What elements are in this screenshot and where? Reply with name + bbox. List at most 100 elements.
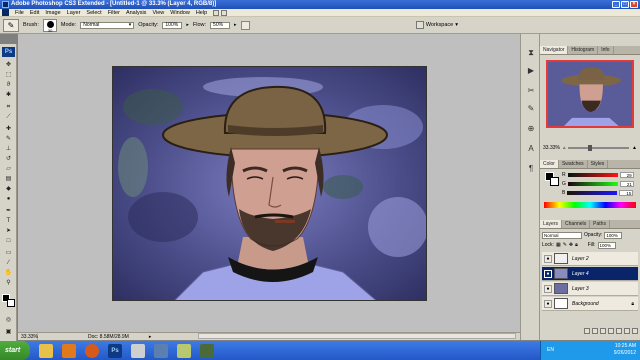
menu-filter[interactable]: Filter xyxy=(105,9,123,17)
media-player-icon[interactable] xyxy=(62,343,76,358)
quick-mask-icon[interactable]: ◎ xyxy=(4,316,13,324)
actions-panel-icon[interactable]: ▶ xyxy=(526,66,536,76)
green-slider[interactable] xyxy=(567,182,618,186)
layer-row[interactable]: ● Layer 2 xyxy=(542,252,638,266)
tab-color[interactable]: Color xyxy=(540,160,559,168)
history-panel-icon[interactable]: ⧗ xyxy=(526,48,536,58)
status-menu-arrow-icon[interactable]: ▸ xyxy=(149,333,152,340)
brush-tool-preset-icon[interactable]: ✎ xyxy=(3,18,19,32)
hand-tool-icon[interactable]: ✋ xyxy=(4,269,13,277)
healing-tool-icon[interactable]: ✚ xyxy=(4,125,13,133)
navigator-preview[interactable] xyxy=(546,60,634,128)
tab-paths[interactable]: Paths xyxy=(590,220,610,228)
move-tool-icon[interactable]: ✥ xyxy=(4,61,13,69)
firefox-icon[interactable] xyxy=(85,343,99,358)
lock-position-icon[interactable]: ✥ xyxy=(569,242,573,248)
app8-icon[interactable] xyxy=(200,343,214,358)
layer-opacity-input[interactable]: 100% xyxy=(604,231,623,239)
marquee-tool-icon[interactable]: ⬚ xyxy=(4,71,13,79)
slice-tool-icon[interactable]: ⟋ xyxy=(4,113,13,121)
pen-tool-icon[interactable]: ✒ xyxy=(4,207,13,215)
flow-arrow-icon[interactable]: ▸ xyxy=(234,22,237,28)
notes-tool-icon[interactable]: ▭ xyxy=(4,249,13,257)
shape-tool-icon[interactable]: □ xyxy=(4,237,13,245)
layer-row-selected[interactable]: ● Layer 4 xyxy=(542,267,638,281)
eye-icon[interactable]: ● xyxy=(544,269,552,278)
layer-row-background[interactable]: ● Background 🔒︎ xyxy=(542,297,638,311)
zoom-slider-knob[interactable] xyxy=(588,145,593,151)
eye-icon[interactable]: ● xyxy=(544,284,552,293)
menu-file[interactable]: File xyxy=(12,9,27,17)
eyedropper-tool-icon[interactable]: ⁄ xyxy=(4,259,13,267)
menu-view[interactable]: View xyxy=(149,9,167,17)
color-spectrum[interactable] xyxy=(544,202,636,208)
status-zoom[interactable]: 33.33% xyxy=(18,333,38,340)
red-slider[interactable] xyxy=(567,173,618,177)
app5-icon[interactable] xyxy=(131,343,145,358)
dodge-tool-icon[interactable]: ● xyxy=(4,195,13,203)
folder-icon[interactable] xyxy=(39,343,53,358)
navigator-zoom-value[interactable]: 33.33% xyxy=(543,145,560,151)
quick-select-tool-icon[interactable]: ✱ xyxy=(4,91,13,99)
opacity-input[interactable]: 100% xyxy=(162,21,183,29)
fill-input[interactable]: 100% xyxy=(597,241,616,249)
tool-presets-icon[interactable]: ✂ xyxy=(526,86,536,96)
brush-picker[interactable]: 30 xyxy=(42,18,57,33)
eye-icon[interactable]: ● xyxy=(544,299,552,308)
blue-slider[interactable] xyxy=(567,191,618,195)
bridge-icon[interactable] xyxy=(213,9,220,16)
type-tool-icon[interactable]: T xyxy=(4,217,13,225)
lasso-tool-icon[interactable]: ϑ xyxy=(4,81,13,89)
screen-mode-icon[interactable]: ▣ xyxy=(4,328,13,336)
adjustment-layer-icon[interactable] xyxy=(608,328,614,334)
menu-window[interactable]: Window xyxy=(167,9,193,17)
new-group-icon[interactable] xyxy=(616,328,622,334)
new-layer-icon[interactable] xyxy=(624,328,630,334)
blend-mode-select[interactable]: Normal xyxy=(542,231,582,239)
delete-layer-icon[interactable] xyxy=(632,328,638,334)
tab-navigator[interactable]: Navigator xyxy=(540,46,569,54)
tab-styles[interactable]: Styles xyxy=(588,160,609,168)
tab-info[interactable]: Info xyxy=(598,46,614,54)
zoom-out-icon[interactable]: ▵ xyxy=(563,145,566,151)
green-value[interactable]: 21 xyxy=(619,181,634,187)
eraser-tool-icon[interactable]: ▱ xyxy=(4,165,13,173)
menu-edit[interactable]: Edit xyxy=(27,9,42,17)
gradient-tool-icon[interactable]: ▤ xyxy=(4,175,13,183)
app7-icon[interactable] xyxy=(177,343,191,358)
maximize-button[interactable]: □ xyxy=(621,1,629,8)
zoom-in-icon[interactable]: ▲ xyxy=(632,145,637,151)
document-canvas-area[interactable]: 33.33% Doc: 8.58M/28.9M ▸ xyxy=(18,34,520,340)
navigator-zoom-slider[interactable] xyxy=(568,145,630,151)
palette-well-icon[interactable] xyxy=(415,21,424,29)
lock-transparent-icon[interactable]: ▦ xyxy=(556,242,561,248)
opacity-arrow-icon[interactable]: ▸ xyxy=(186,22,189,28)
photoshop-taskbar-icon[interactable]: Ps xyxy=(108,343,122,358)
minimize-button[interactable]: _ xyxy=(612,1,620,8)
zoom-tool-icon[interactable]: ⚲ xyxy=(4,279,13,287)
language-indicator[interactable]: EN xyxy=(547,347,554,353)
document-image[interactable] xyxy=(112,66,427,301)
workspace-menu[interactable]: Workspace ▾ xyxy=(415,21,458,29)
blue-value[interactable]: 15 xyxy=(619,190,634,196)
eye-icon[interactable]: ● xyxy=(544,254,552,263)
menu-layer[interactable]: Layer xyxy=(64,9,84,17)
character-panel-icon[interactable]: A xyxy=(526,144,536,154)
color-panel-background[interactable] xyxy=(550,177,559,186)
history-brush-tool-icon[interactable]: ↺ xyxy=(4,155,13,163)
background-color[interactable] xyxy=(7,299,15,307)
menu-image[interactable]: Image xyxy=(42,9,63,17)
stamp-tool-icon[interactable]: ⊥ xyxy=(4,145,13,153)
ps-menu-icon[interactable] xyxy=(2,9,9,16)
flow-input[interactable]: 50% xyxy=(210,21,231,29)
tab-swatches[interactable]: Swatches xyxy=(559,160,588,168)
path-select-tool-icon[interactable]: ➤ xyxy=(4,227,13,235)
app6-icon[interactable] xyxy=(154,343,168,358)
brushes-panel-icon[interactable]: ✎ xyxy=(526,104,536,114)
menu-select[interactable]: Select xyxy=(83,9,104,17)
paragraph-panel-icon[interactable]: ¶ xyxy=(526,164,536,174)
link-layers-icon[interactable] xyxy=(584,328,590,334)
layer-mask-icon[interactable] xyxy=(600,328,606,334)
crop-tool-icon[interactable]: ⌗ xyxy=(4,103,13,111)
tab-channels[interactable]: Channels xyxy=(562,220,591,228)
